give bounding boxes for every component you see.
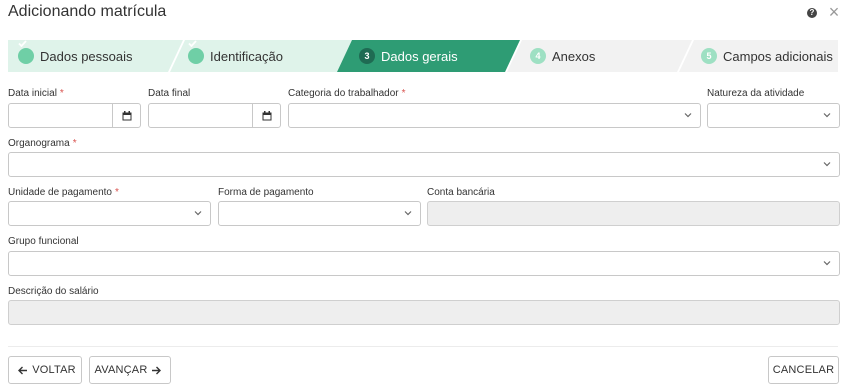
- chevron-down-icon: [823, 261, 831, 266]
- label-text: Descrição do salário: [8, 286, 99, 297]
- chevron-down-icon: [194, 211, 202, 216]
- conta-bancaria-field: [427, 201, 840, 226]
- label-text: Unidade de pagamento: [8, 187, 112, 198]
- organograma-label: Organograma *: [8, 138, 77, 149]
- step-campos-adicionais[interactable]: 5 Campos adicionais: [701, 40, 833, 72]
- step-number-badge: 4: [530, 48, 546, 64]
- arrow-right-icon: [152, 366, 162, 374]
- chevron-down-icon: [684, 113, 692, 118]
- arrow-left-icon: [18, 366, 28, 374]
- descricao-salario-field: [8, 300, 840, 325]
- natureza-select[interactable]: [707, 103, 840, 128]
- calendar-icon: [122, 110, 131, 120]
- cancel-label: CANCELAR: [772, 364, 835, 376]
- required-marker: *: [114, 187, 119, 198]
- calendar-icon: [262, 110, 271, 120]
- label-text: Organograma: [8, 138, 70, 149]
- dialog-header: Adicionando matrícula ? ×: [0, 0, 845, 26]
- chevron-down-icon: [823, 113, 831, 118]
- descricao-salario-label: Descrição do salário: [8, 286, 99, 297]
- chevron-down-icon: [823, 162, 831, 167]
- label-text: Natureza da atividade: [707, 88, 805, 99]
- forma-pagamento-label: Forma de pagamento: [218, 187, 314, 198]
- categoria-label: Categoria do trabalhador *: [288, 88, 406, 99]
- label-text: Data final: [148, 88, 191, 99]
- dialog-title: Adicionando matrícula: [8, 3, 167, 20]
- step-number-badge: 3: [359, 48, 375, 64]
- cancel-button[interactable]: CANCELAR: [768, 356, 839, 384]
- data-final-label: Data final: [148, 88, 190, 99]
- step-identificacao[interactable]: Identificação: [188, 40, 283, 72]
- label-text: Data inicial: [8, 88, 57, 99]
- required-marker: *: [59, 88, 64, 99]
- close-icon[interactable]: ×: [826, 2, 842, 22]
- step-label: Anexos: [552, 48, 596, 64]
- grupo-funcional-select[interactable]: [8, 251, 840, 276]
- wizard-stepper: Dados pessoais Identificação 3 Dados ger…: [8, 40, 838, 72]
- unidade-pagamento-select[interactable]: [8, 201, 211, 226]
- check-icon: [188, 40, 204, 64]
- conta-bancaria-label: Conta bancária: [427, 187, 495, 198]
- natureza-label: Natureza da atividade: [707, 88, 804, 99]
- step-number-badge: 5: [701, 48, 717, 64]
- step-dados-pessoais[interactable]: Dados pessoais: [18, 40, 133, 72]
- next-button[interactable]: AVANÇAR: [89, 356, 171, 384]
- conta-bancaria-input: [428, 202, 839, 225]
- back-label: VOLTAR: [32, 364, 76, 376]
- step-label: Dados gerais: [381, 48, 458, 64]
- required-marker: *: [72, 138, 77, 149]
- grupo-funcional-label: Grupo funcional: [8, 236, 79, 247]
- data-inicial-label: Data inicial *: [8, 88, 64, 99]
- organograma-select[interactable]: [8, 152, 840, 177]
- chevron-down-icon: [404, 211, 412, 216]
- data-inicial-calendar-button[interactable]: [112, 104, 140, 127]
- label-text: Grupo funcional: [8, 236, 79, 247]
- label-text: Conta bancária: [427, 187, 495, 198]
- data-final-calendar-button[interactable]: [252, 104, 280, 127]
- step-label: Identificação: [210, 48, 283, 64]
- check-icon: [18, 40, 34, 64]
- label-text: Categoria do trabalhador: [288, 88, 399, 99]
- data-inicial-field[interactable]: [8, 103, 141, 128]
- next-label: AVANÇAR: [94, 364, 148, 376]
- data-final-field[interactable]: [148, 103, 281, 128]
- step-label: Campos adicionais: [723, 48, 833, 64]
- forma-pagamento-select[interactable]: [218, 201, 421, 226]
- descricao-salario-input: [9, 301, 839, 324]
- categoria-select[interactable]: [288, 103, 701, 128]
- footer-divider: [8, 346, 838, 347]
- step-anexos[interactable]: 4 Anexos: [530, 40, 595, 72]
- label-text: Forma de pagamento: [218, 187, 314, 198]
- help-icon[interactable]: ?: [807, 8, 817, 18]
- step-dados-gerais[interactable]: 3 Dados gerais: [359, 40, 458, 72]
- back-button[interactable]: VOLTAR: [8, 356, 82, 384]
- unidade-pagamento-label: Unidade de pagamento *: [8, 187, 119, 198]
- required-marker: *: [401, 88, 406, 99]
- step-label: Dados pessoais: [40, 48, 133, 64]
